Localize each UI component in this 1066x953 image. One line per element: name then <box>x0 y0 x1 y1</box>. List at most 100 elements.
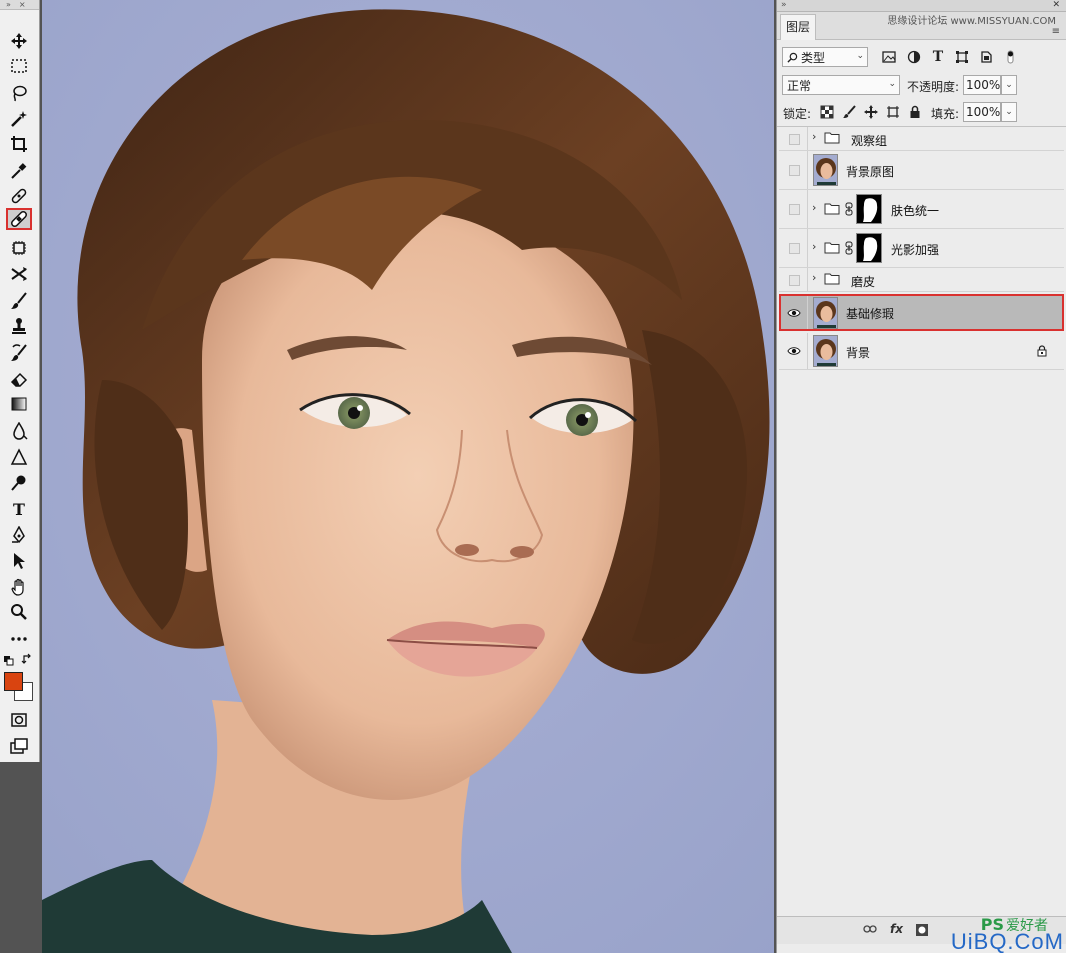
brush-icon[interactable] <box>6 290 32 312</box>
chevron-right-icon[interactable]: › <box>812 240 816 253</box>
fx-icon[interactable]: fx <box>890 922 903 936</box>
content-aware-move-icon[interactable] <box>6 263 32 285</box>
fill-input[interactable]: 100% <box>963 102 1001 122</box>
folder-icon <box>824 203 840 215</box>
path-selection-icon[interactable] <box>6 550 32 572</box>
link-icon[interactable] <box>863 923 877 935</box>
chevron-down-icon: ⌄ <box>888 79 896 89</box>
clone-stamp-icon[interactable] <box>6 315 32 337</box>
magic-wand-icon[interactable] <box>6 108 32 130</box>
panel-topbar: » ✕ <box>777 0 1066 12</box>
eye-icon[interactable] <box>785 342 803 360</box>
fill-chevron-icon[interactable]: ⌄ <box>1001 102 1017 122</box>
visibility-toggle-empty[interactable] <box>785 271 803 289</box>
triangle-icon[interactable] <box>6 446 32 468</box>
lock-position-icon[interactable] <box>863 104 879 120</box>
gradient-icon[interactable] <box>6 393 32 415</box>
folder-icon <box>824 242 840 254</box>
lock-artboard-icon[interactable] <box>885 104 901 120</box>
layers-panel: » ✕ 图层 思缘设计论坛 www.MISSYUAN.COM ≡ 类型 ⌄ T … <box>776 0 1066 953</box>
eye-icon[interactable] <box>785 304 803 322</box>
filter-kind-label: 类型 <box>801 50 826 65</box>
adjustment-filter-icon[interactable] <box>905 48 923 66</box>
layer-name[interactable]: 磨皮 <box>851 273 875 290</box>
lock-all-icon[interactable] <box>907 104 923 120</box>
history-brush-icon[interactable] <box>6 342 32 364</box>
portrait-image <box>42 0 774 953</box>
text-tool-icon[interactable]: T <box>6 498 32 520</box>
rectangular-marquee-icon[interactable] <box>6 55 32 77</box>
blur-icon[interactable] <box>6 420 32 442</box>
smart-object-filter-icon[interactable] <box>977 48 995 66</box>
visibility-toggle-empty[interactable] <box>785 161 803 179</box>
tab-layers[interactable]: 图层 <box>780 14 816 40</box>
panel-close-icon[interactable]: ✕ <box>1052 0 1060 11</box>
foreground-color-swatch[interactable] <box>4 672 23 691</box>
layer-row-pixel[interactable]: 背景原图 <box>779 151 1064 190</box>
chevron-right-icon[interactable]: › <box>812 130 816 143</box>
healing-brush-icon[interactable] <box>6 208 32 230</box>
spot-healing-brush-icon[interactable] <box>6 185 32 207</box>
opacity-label: 不透明度: <box>907 80 960 94</box>
quick-mask-icon[interactable] <box>6 709 32 731</box>
zoom-icon[interactable] <box>6 601 32 623</box>
layer-name[interactable]: 光影加强 <box>891 241 939 258</box>
patch-icon[interactable] <box>6 237 32 259</box>
dodge-icon[interactable] <box>6 472 32 494</box>
site-watermark: 思缘设计论坛 www.MISSYUAN.COM <box>887 16 1056 27</box>
move-tool-icon[interactable] <box>6 30 32 52</box>
layer-name[interactable]: 观察组 <box>851 132 887 149</box>
eraser-icon[interactable] <box>6 368 32 390</box>
layer-row-selected[interactable]: 基础修瑕 <box>779 294 1064 331</box>
screen-mode-icon[interactable] <box>6 735 32 757</box>
layer-mask-thumbnail[interactable] <box>856 194 882 224</box>
filter-toggle-icon[interactable] <box>1001 48 1019 66</box>
lasso-icon[interactable] <box>6 82 32 104</box>
brand-site: UiBQ.CoM <box>950 929 1064 953</box>
more-tools-icon[interactable] <box>6 628 32 650</box>
toolbar-grip[interactable]: »× <box>0 0 39 10</box>
chevron-down-icon: ⌄ <box>856 51 864 61</box>
tools-panel: »× T <box>0 0 40 762</box>
layer-mask-thumbnail[interactable] <box>856 233 882 263</box>
chevron-right-icon[interactable]: › <box>812 271 816 284</box>
layer-row-group[interactable]: › 磨皮 <box>779 268 1064 292</box>
panel-menu-icon[interactable]: ≡ <box>1052 26 1060 37</box>
layer-name[interactable]: 背景原图 <box>846 163 894 180</box>
mask-link-icon[interactable] <box>845 202 853 216</box>
visibility-toggle-empty[interactable] <box>785 200 803 218</box>
layer-thumbnail <box>813 154 838 186</box>
visibility-toggle-empty[interactable] <box>785 239 803 257</box>
opacity-input[interactable]: 100% <box>963 75 1001 95</box>
layer-name[interactable]: 基础修瑕 <box>846 305 894 322</box>
type-filter-icon[interactable]: T <box>929 48 947 66</box>
pen-icon[interactable] <box>6 524 32 546</box>
layer-name[interactable]: 肤色统一 <box>891 202 939 219</box>
site-brand-logo: PS 爱好者 UiBQ.CoM <box>916 915 1066 953</box>
default-colors-swap-icon[interactable] <box>2 651 36 667</box>
folder-icon <box>824 273 840 285</box>
layer-filter-dropdown[interactable]: 类型 ⌄ <box>782 47 868 67</box>
crop-icon[interactable] <box>6 133 32 155</box>
lock-transparent-pixels-icon[interactable] <box>819 104 835 120</box>
lock-image-pixels-icon[interactable] <box>841 104 857 120</box>
opacity-chevron-icon[interactable]: ⌄ <box>1001 75 1017 95</box>
layer-row-group-mask[interactable]: › 光影加强 <box>779 229 1064 268</box>
panel-collapse-icon[interactable]: » <box>781 0 789 11</box>
eyedropper-icon[interactable] <box>6 160 32 182</box>
document-canvas[interactable] <box>42 0 774 953</box>
layer-row-group[interactable]: › 观察组 <box>779 127 1064 151</box>
pixel-filter-icon[interactable] <box>880 48 898 66</box>
layer-row-group-mask[interactable]: › 肤色统一 <box>779 190 1064 229</box>
hand-icon[interactable] <box>6 576 32 598</box>
layer-name[interactable]: 背景 <box>846 344 870 361</box>
layers-list: › 观察组 背景原图 › 肤色统一 › 光影加强 › 磨皮 基础修瑕 背景 <box>777 126 1066 916</box>
mask-link-icon[interactable] <box>845 241 853 255</box>
fill-label: 填充: <box>931 107 960 121</box>
chevron-right-icon[interactable]: › <box>812 201 816 214</box>
layer-row-background[interactable]: 背景 <box>779 333 1064 370</box>
shape-filter-icon[interactable] <box>953 48 971 66</box>
blend-mode-dropdown[interactable]: 正常 ⌄ <box>782 75 900 95</box>
visibility-toggle-empty[interactable] <box>785 130 803 148</box>
layer-thumbnail <box>813 335 838 367</box>
